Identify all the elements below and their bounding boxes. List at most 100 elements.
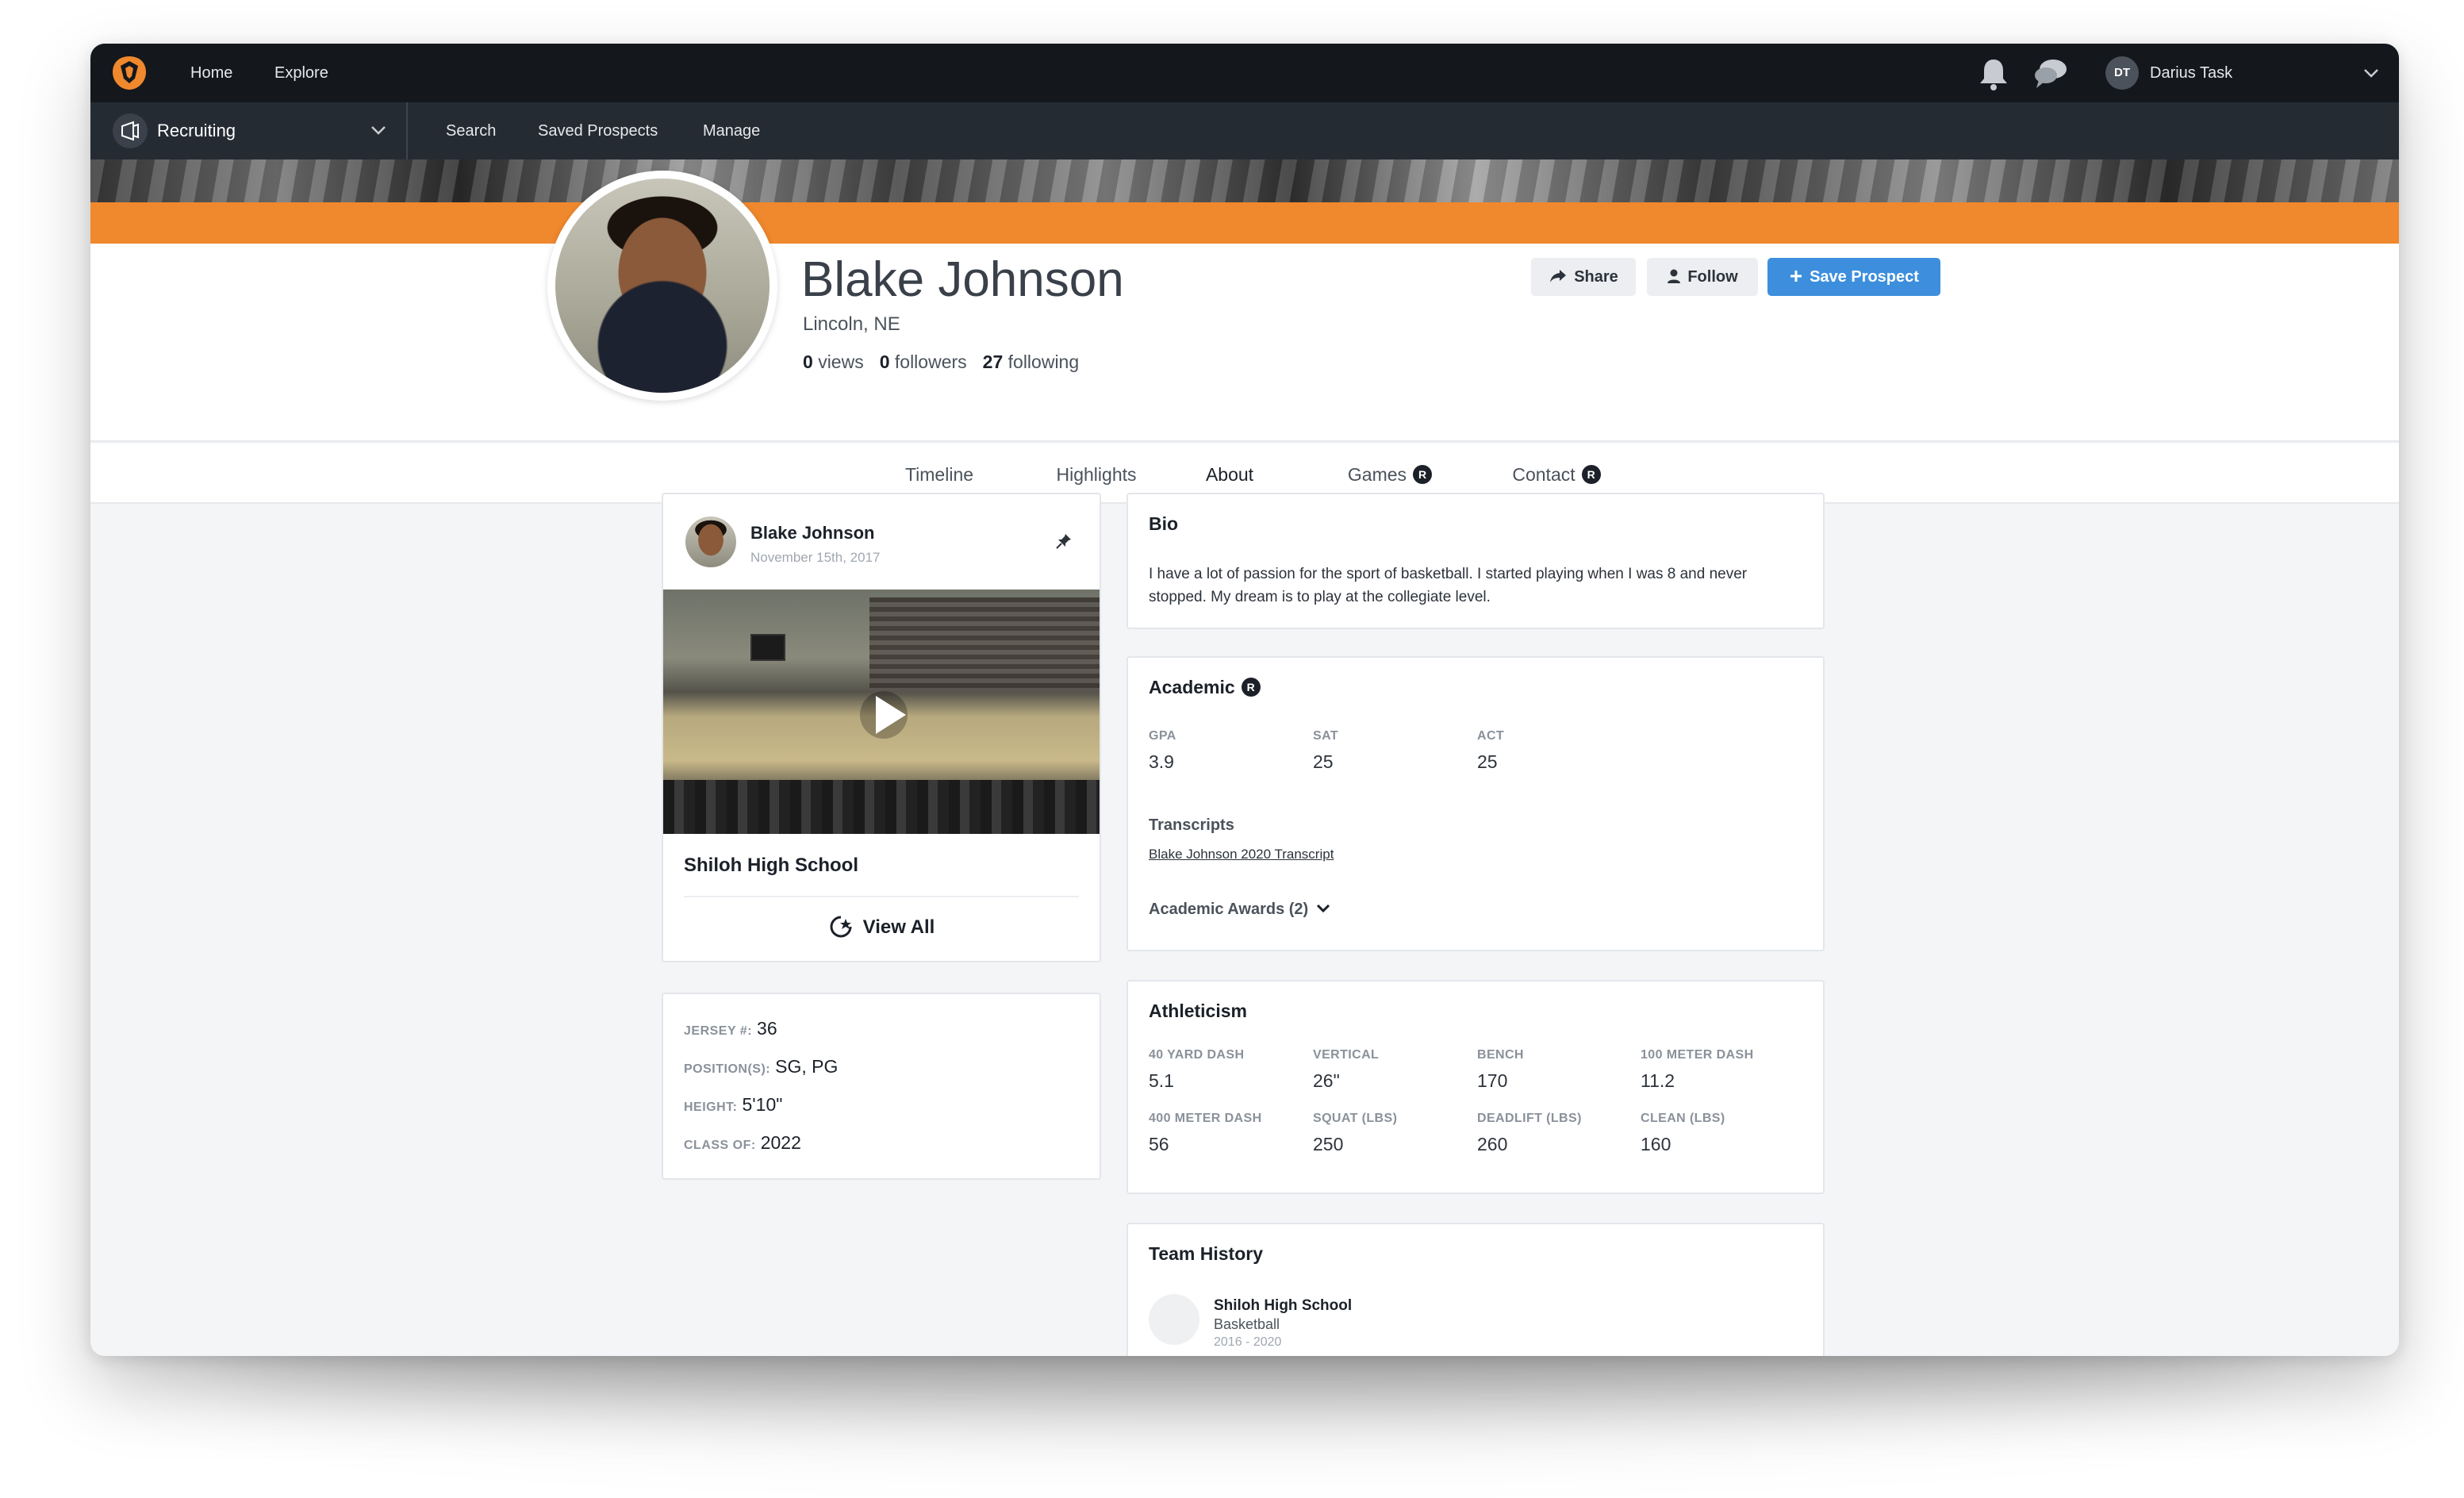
transcript-link[interactable]: Blake Johnson 2020 Transcript <box>1149 847 1334 862</box>
cover-photo <box>90 159 2399 202</box>
recruit-badge: R <box>1413 465 1433 485</box>
views-count: 0 <box>803 351 813 372</box>
recruit-badge: R <box>1581 465 1601 485</box>
play-icon[interactable] <box>871 693 909 737</box>
academic-card: Academic R GPA 3.9 SAT 25 ACT 25 Transcri… <box>1126 656 1825 951</box>
academic-awards-toggle[interactable]: Academic Awards (2) <box>1149 901 1332 919</box>
stat-label: 100 METER DASH <box>1641 1048 1754 1062</box>
views-label: views <box>818 351 864 372</box>
tab-games-label: Games <box>1347 464 1407 485</box>
positions-row: POSITION(S): SG, PG <box>684 1056 838 1077</box>
subnav-saved-prospects-link[interactable]: Saved Prospects <box>538 102 658 159</box>
academic-awards-label: Academic Awards (2) <box>1149 901 1309 918</box>
bio-text: I have a lot of passion for the sport of… <box>1149 566 1748 605</box>
sub-nav: Recruiting Search Saved Prospects Manage <box>90 102 2399 159</box>
nav-explore-link[interactable]: Explore <box>274 44 328 102</box>
chevron-down-icon <box>1317 905 1330 913</box>
followers-label: followers <box>894 351 967 372</box>
stat-value: 260 <box>1477 1134 1508 1154</box>
profile-name: Blake Johnson <box>801 252 1124 307</box>
act-label: ACT <box>1477 729 1505 743</box>
stat-label: 400 METER DASH <box>1149 1112 1262 1125</box>
gpa-value: 3.9 <box>1149 751 1174 772</box>
logo-icon[interactable] <box>109 55 149 91</box>
player-info-card: JERSEY #: 36 POSITION(S): SG, PG HEIGHT: 5'… <box>662 993 1101 1180</box>
bio-card: Bio I have a lot of passion for the spor… <box>1126 493 1825 629</box>
chevron-down-icon[interactable] <box>2361 63 2381 83</box>
stat-label: DEADLIFT (LBS) <box>1477 1112 1582 1125</box>
stat-value: 250 <box>1313 1134 1344 1154</box>
sat-value: 25 <box>1313 751 1334 772</box>
view-all-button[interactable]: View All <box>663 897 1100 958</box>
bio-title: Bio <box>1149 513 1179 534</box>
team-name[interactable]: Shiloh High School <box>1214 1297 1352 1315</box>
bell-icon[interactable] <box>1977 56 2010 91</box>
height-row: HEIGHT: 5'10" <box>684 1094 782 1116</box>
top-nav: Home Explore DT Darius Task <box>90 44 2399 102</box>
megaphone-icon[interactable] <box>113 113 148 148</box>
jersey-value: 36 <box>757 1018 777 1039</box>
pin-icon[interactable] <box>1055 532 1073 550</box>
gpa-label: GPA <box>1149 729 1176 743</box>
jersey-row: JERSEY #: 36 <box>684 1018 777 1039</box>
stat-value: 170 <box>1477 1070 1508 1091</box>
transcripts-label: Transcripts <box>1149 816 1234 834</box>
height-label: HEIGHT: <box>684 1100 738 1114</box>
follow-label: Follow <box>1687 268 1738 286</box>
class-label: CLASS OF: <box>684 1139 756 1152</box>
share-button[interactable]: Share <box>1531 258 1636 296</box>
stat-value: 56 <box>1149 1134 1169 1154</box>
accent-stripe <box>90 202 2399 244</box>
post-author[interactable]: Blake Johnson <box>750 523 874 544</box>
jersey-label: JERSEY #: <box>684 1024 753 1038</box>
subnav-search-link[interactable]: Search <box>446 102 496 159</box>
follow-icon <box>1668 269 1681 284</box>
stat-value: 160 <box>1641 1134 1671 1154</box>
nav-home-link[interactable]: Home <box>190 44 232 102</box>
subnav-manage-link[interactable]: Manage <box>703 102 760 159</box>
athleticism-title: Athleticism <box>1149 1001 1247 1021</box>
section-selector[interactable]: Recruiting <box>157 102 236 159</box>
save-prospect-button[interactable]: Save Prospect <box>1767 258 1940 296</box>
video-crowd <box>663 780 1100 834</box>
class-row: CLASS OF: 2022 <box>684 1132 801 1154</box>
user-name[interactable]: Darius Task <box>2150 44 2232 102</box>
app-window: Home Explore DT Darius Task Recruiting S… <box>90 44 2399 1356</box>
profile-header <box>90 244 2399 442</box>
profile-stats: 0 views 0 followers 27 following <box>803 351 1079 373</box>
height-value: 5'10" <box>742 1094 783 1115</box>
post-school: Shiloh High School <box>684 855 858 876</box>
athleticism-card: Athleticism 40 YARD DASH 5.1 VERTICAL 26… <box>1126 980 1825 1194</box>
share-label: Share <box>1574 268 1618 286</box>
follow-button[interactable]: Follow <box>1647 258 1758 296</box>
plus-icon <box>1790 271 1802 282</box>
highlight-video[interactable] <box>663 590 1100 834</box>
team-sport: Basketball <box>1214 1316 1280 1332</box>
stat-value: 26" <box>1313 1070 1340 1091</box>
stat-label: BENCH <box>1477 1048 1524 1062</box>
chevron-down-icon[interactable] <box>368 120 389 140</box>
followers-count: 0 <box>879 351 890 372</box>
sat-label: SAT <box>1313 729 1339 743</box>
save-prospect-label: Save Prospect <box>1810 268 1919 286</box>
tab-contact-label: Contact <box>1512 464 1576 485</box>
profile-avatar <box>547 171 777 401</box>
share-icon <box>1550 270 1567 283</box>
academic-title-label: Academic <box>1149 677 1235 697</box>
team-history-card: Team History Shiloh High School Basketba… <box>1126 1223 1825 1356</box>
stat-label: 40 YARD DASH <box>1149 1048 1245 1062</box>
profile-location: Lincoln, NE <box>803 313 900 335</box>
stat-value: 11.2 <box>1641 1070 1675 1091</box>
stat-label: CLEAN (LBS) <box>1641 1112 1725 1125</box>
stat-label: VERTICAL <box>1313 1048 1380 1062</box>
video-scoreboard <box>750 634 785 661</box>
positions-value: SG, PG <box>775 1056 839 1077</box>
view-all-label: View All <box>862 916 935 938</box>
team-years: 2016 - 2020 <box>1214 1335 1282 1349</box>
act-value: 25 <box>1477 751 1498 772</box>
following-label: following <box>1007 351 1080 372</box>
view-all-icon <box>830 916 852 938</box>
chat-icon[interactable] <box>2032 56 2069 91</box>
recruit-badge: R <box>1241 678 1261 697</box>
user-avatar[interactable]: DT <box>2105 56 2139 90</box>
